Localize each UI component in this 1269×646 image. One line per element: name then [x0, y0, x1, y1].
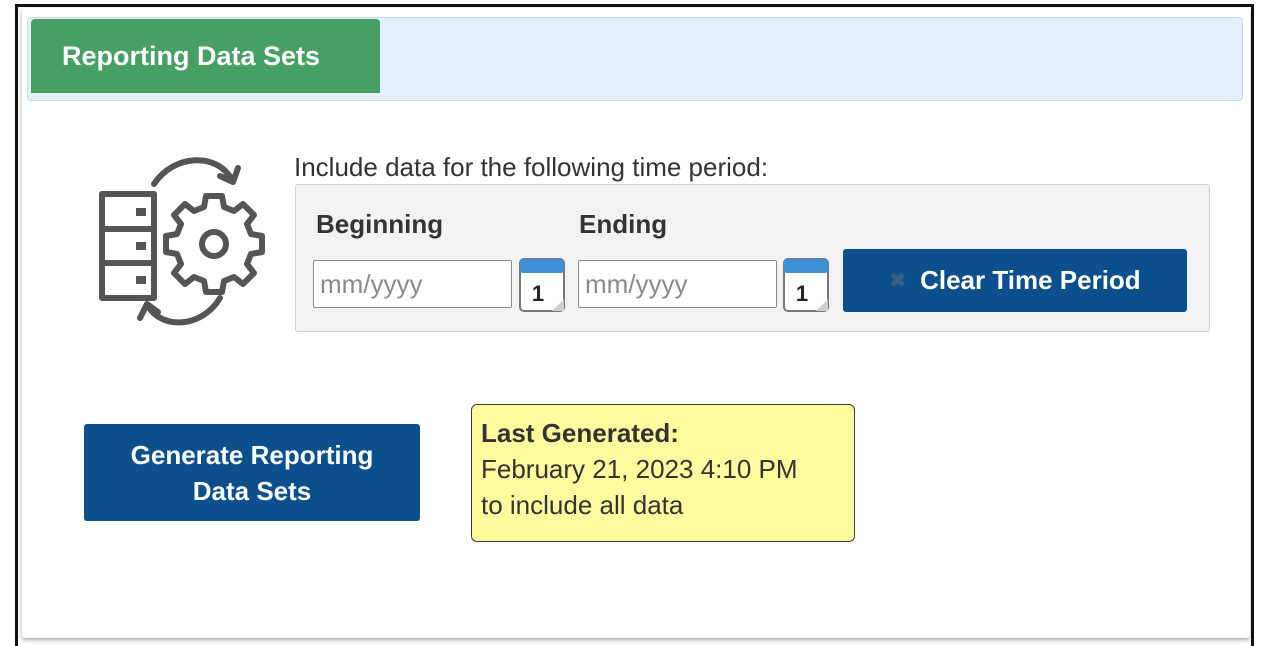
- reporting-panel: Reporting Data Sets Include data for the…: [22, 8, 1250, 638]
- generate-label-line2: Data Sets: [192, 475, 312, 506]
- tab-label: Reporting Data Sets: [62, 40, 321, 71]
- data-sets-gear-cycle-icon: [99, 157, 265, 326]
- tab-reporting-data-sets[interactable]: Reporting Data Sets: [31, 19, 380, 93]
- beginning-date-input[interactable]: [313, 260, 512, 308]
- calendar-icon[interactable]: 1: [782, 255, 830, 313]
- calendar-day: 1: [532, 281, 544, 306]
- last-generated-datetime: February 21, 2023 4:10 PM: [481, 454, 798, 484]
- generate-label-line1: Generate Reporting: [130, 439, 374, 470]
- close-icon: ✖: [889, 270, 907, 292]
- last-generated-scope: to include all data: [481, 490, 684, 520]
- clear-time-period-label: Clear Time Period: [920, 265, 1141, 295]
- generate-reporting-data-sets-button[interactable]: Generate Reporting Data Sets: [84, 424, 420, 521]
- time-period-box: Beginning Ending 1 1 ✖ Clear Time Period: [295, 184, 1210, 332]
- calendar-icon[interactable]: 1: [518, 255, 566, 313]
- ending-date-input[interactable]: [578, 260, 777, 308]
- time-period-instruction: Include data for the following time peri…: [294, 152, 769, 182]
- last-generated-note: Last Generated: February 21, 2023 4:10 P…: [471, 404, 855, 542]
- ending-label: Ending: [579, 209, 668, 239]
- beginning-label: Beginning: [316, 209, 444, 239]
- last-generated-title: Last Generated:: [481, 418, 679, 448]
- clear-time-period-button[interactable]: ✖ Clear Time Period: [843, 249, 1187, 312]
- calendar-day: 1: [796, 281, 808, 306]
